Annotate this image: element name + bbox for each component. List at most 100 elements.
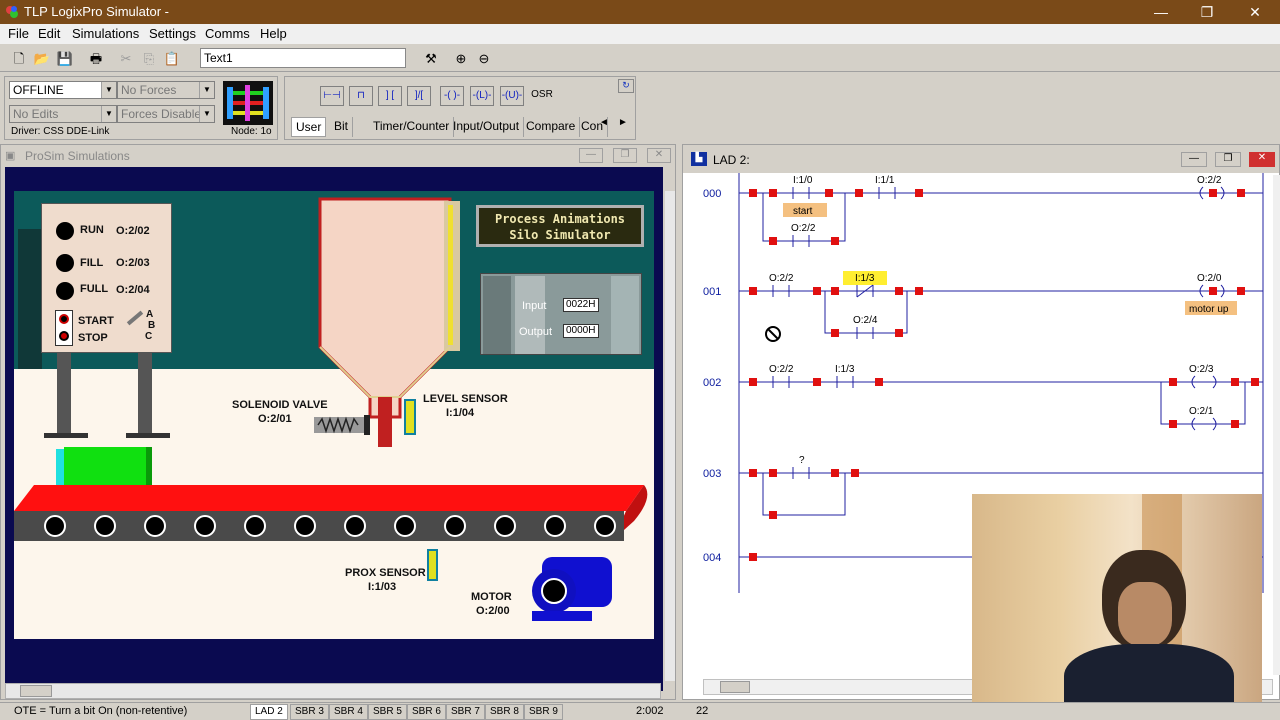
rung-node[interactable] (1231, 378, 1239, 386)
tab-input-output[interactable]: Input/Output (449, 117, 525, 137)
stop-button[interactable] (59, 331, 69, 341)
minimize-button[interactable]: — (1146, 2, 1176, 22)
tab-sbr-4[interactable]: SBR 4 (329, 704, 368, 720)
zoom-out-icon[interactable]: ⊖ (473, 48, 495, 70)
conveyor-roller (544, 515, 566, 537)
menu-file[interactable]: File (8, 26, 29, 41)
menu-help[interactable]: Help (260, 26, 287, 41)
forces-enable-select[interactable]: Forces Disabled ▼ (117, 105, 215, 123)
prosim-hscrollbar[interactable] (5, 683, 661, 699)
tools-icon[interactable]: ⚒ (420, 48, 442, 70)
prosim-close-button[interactable]: ✕ (647, 148, 671, 163)
rung-node[interactable] (769, 237, 777, 245)
ote-button[interactable]: -( )- (440, 86, 464, 106)
rung-button[interactable]: ⊢⊣ (320, 86, 344, 106)
maximize-button[interactable]: ❐ (1192, 2, 1222, 22)
start-button[interactable] (59, 314, 69, 324)
stop-label: STOP (78, 332, 108, 344)
prosim-vscrollbar[interactable] (665, 191, 675, 681)
copy-icon[interactable]: ⎘ (138, 48, 160, 70)
new-file-icon[interactable]: 🗋 (8, 48, 30, 70)
prosim-maximize-button[interactable]: ❐ (613, 148, 637, 163)
refresh-icon[interactable]: ↻ (618, 79, 634, 93)
rung-node[interactable] (813, 378, 821, 386)
selector-switch-icon[interactable] (126, 310, 144, 326)
rung-node[interactable] (851, 469, 859, 477)
rung-node[interactable] (1209, 189, 1217, 197)
rung-node[interactable] (1251, 378, 1259, 386)
lad-minimize-button[interactable]: — (1181, 152, 1207, 167)
otu-button[interactable]: -(U)- (500, 86, 524, 106)
lad-close-button[interactable]: ✕ (1249, 152, 1275, 167)
tab-user[interactable]: User (291, 117, 327, 137)
tab-scroll-right-icon[interactable]: ► (618, 117, 628, 128)
rung-node[interactable] (831, 287, 839, 295)
print-icon[interactable]: 🖶 (85, 48, 107, 70)
paste-icon[interactable]: 📋 (161, 48, 183, 70)
rung-node[interactable] (1209, 287, 1217, 295)
prosim-minimize-button[interactable]: — (579, 148, 603, 163)
rung-node[interactable] (769, 189, 777, 197)
rung-node[interactable] (831, 469, 839, 477)
zoom-in-icon[interactable]: ⊕ (450, 48, 472, 70)
lad-maximize-button[interactable]: ❐ (1215, 152, 1241, 167)
rung-node[interactable] (915, 287, 923, 295)
xio-button[interactable]: ]/[ (407, 86, 431, 106)
rung-node[interactable] (831, 329, 839, 337)
rung-node[interactable] (749, 287, 757, 295)
rung-node[interactable] (769, 469, 777, 477)
forces-select[interactable]: No Forces ▼ (117, 81, 215, 99)
tab-sbr-3[interactable]: SBR 3 (290, 704, 329, 720)
address-input[interactable]: Text1 (200, 48, 406, 68)
mode-select[interactable]: OFFLINE ▼ (9, 81, 117, 99)
motor-icon (532, 557, 612, 621)
menu-settings[interactable]: Settings (149, 26, 196, 41)
menu-comms[interactable]: Comms (205, 26, 250, 41)
rung-node[interactable] (915, 189, 923, 197)
tab-sbr-8[interactable]: SBR 8 (485, 704, 524, 720)
tab-sbr-7[interactable]: SBR 7 (446, 704, 485, 720)
tab-sbr-9[interactable]: SBR 9 (524, 704, 563, 720)
tab-compare[interactable]: Compare (522, 117, 581, 137)
tab-scroll-left-icon[interactable]: ◄ (599, 117, 609, 128)
conveyor-roller (594, 515, 616, 537)
xic-button[interactable]: ] [ (378, 86, 402, 106)
rung-node[interactable] (895, 287, 903, 295)
rung-node[interactable] (875, 378, 883, 386)
menu-edit[interactable]: Edit (38, 26, 60, 41)
lad-vscrollbar[interactable] (1273, 175, 1280, 675)
rung-node[interactable] (825, 189, 833, 197)
tab-timer-counter[interactable]: Timer/Counter (369, 117, 455, 137)
rung-node[interactable] (1169, 420, 1177, 428)
menu-simulations[interactable]: Simulations (72, 26, 139, 41)
rung-node[interactable] (855, 189, 863, 197)
tab-lad-2[interactable]: LAD 2 (250, 704, 288, 720)
otl-button[interactable]: -(L)- (470, 86, 494, 106)
edits-select[interactable]: No Edits ▼ (9, 105, 117, 123)
save-icon[interactable]: 💾 (54, 48, 76, 70)
osr-button[interactable]: OSR (530, 86, 554, 106)
rung-node[interactable] (813, 287, 821, 295)
tab-sbr-6[interactable]: SBR 6 (407, 704, 446, 720)
rung-node[interactable] (1231, 420, 1239, 428)
branch-contact-address: O:2/4 (853, 315, 878, 326)
rung-node[interactable] (1169, 378, 1177, 386)
branch-button[interactable]: ⊓ (349, 86, 373, 106)
cut-icon[interactable]: ✂ (115, 48, 137, 70)
tab-sbr-5[interactable]: SBR 5 (368, 704, 407, 720)
close-button[interactable]: ✕ (1240, 2, 1270, 22)
rung-node[interactable] (895, 329, 903, 337)
rung-node[interactable] (749, 189, 757, 197)
rung-node[interactable] (749, 378, 757, 386)
rung-node[interactable] (831, 237, 839, 245)
tab-bit[interactable]: Bit (330, 117, 354, 137)
rung-node[interactable] (769, 511, 777, 519)
rung-node[interactable] (749, 553, 757, 561)
rung-node[interactable] (1237, 189, 1245, 197)
scroll-thumb[interactable] (720, 681, 750, 693)
rung-node[interactable] (749, 469, 757, 477)
rung-node[interactable] (1237, 287, 1245, 295)
scroll-thumb[interactable] (20, 685, 52, 697)
open-folder-icon[interactable]: 📂 (31, 48, 53, 70)
selector-a: A (146, 309, 154, 320)
